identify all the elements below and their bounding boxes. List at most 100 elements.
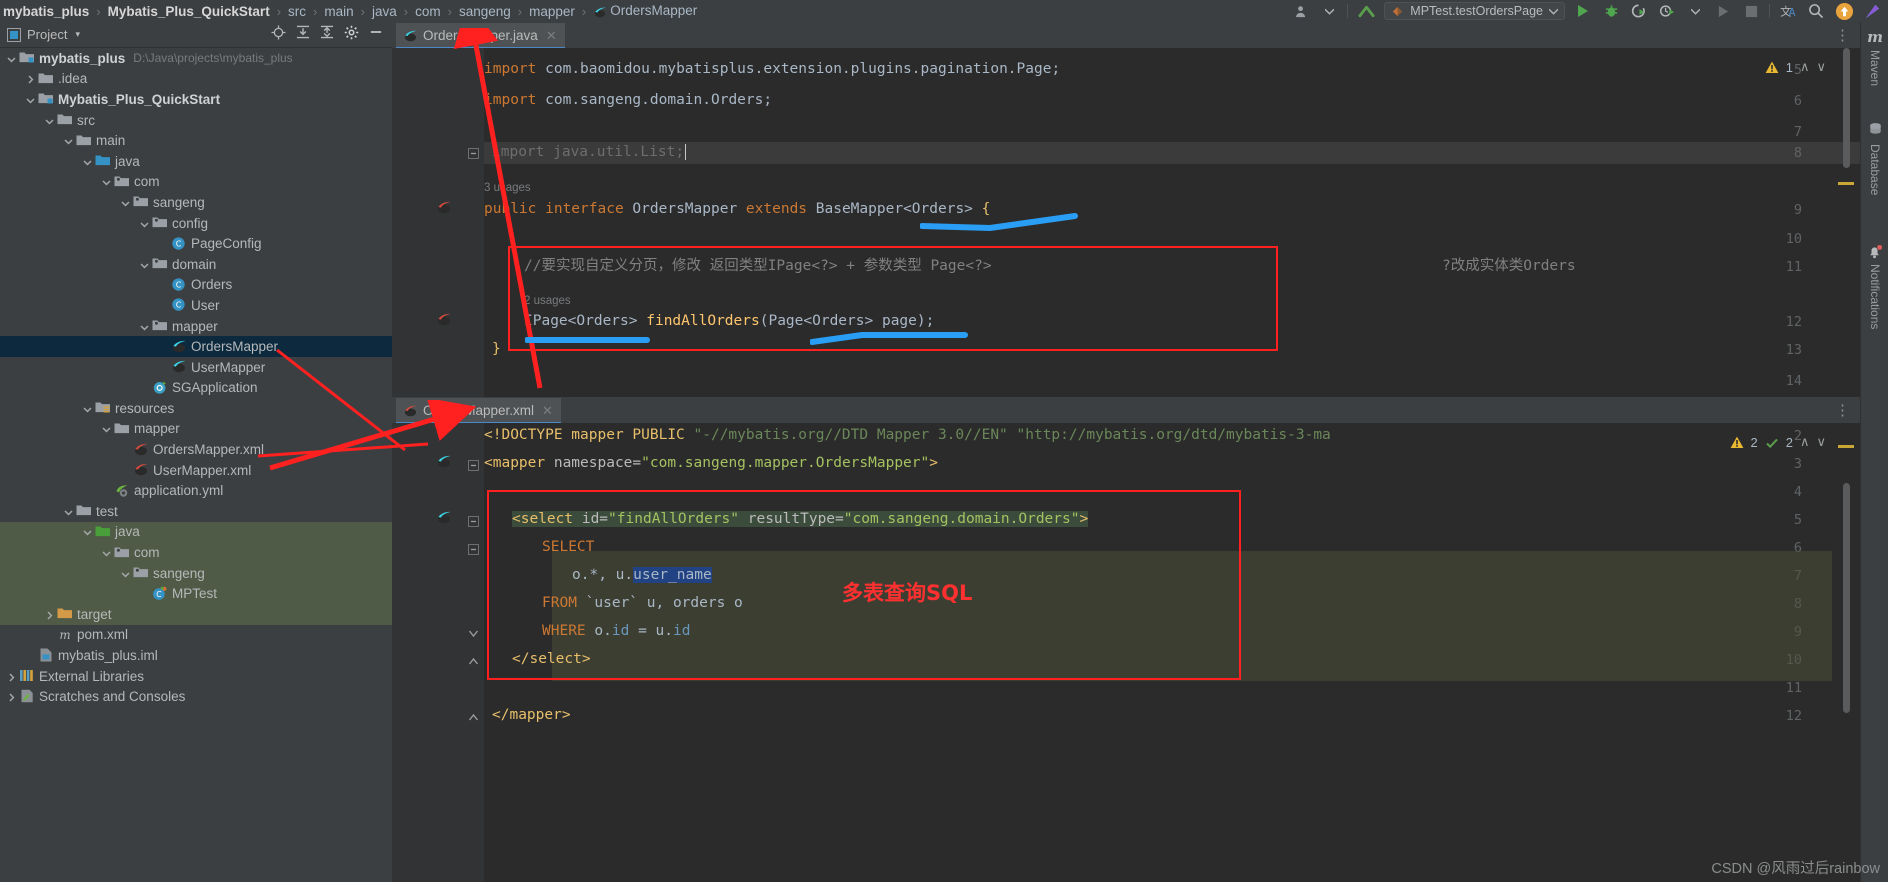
tree-item-ordersmapper[interactable]: OrdersMapper: [0, 336, 392, 357]
mybatis-mapper-gutter-icon[interactable]: [436, 510, 452, 526]
tree-item-main[interactable]: main: [0, 130, 392, 151]
tree-item-mybatis-plus-iml[interactable]: mybatis_plus.iml: [0, 645, 392, 666]
breadcrumb-item-main[interactable]: main: [323, 4, 354, 19]
tree-item-pageconfig[interactable]: C PageConfig: [0, 233, 392, 254]
chevron-up-icon[interactable]: ∧: [1800, 434, 1810, 450]
chevron-up-icon[interactable]: ∧: [1800, 59, 1810, 75]
breadcrumb-item-mybatis-plus-quickstart[interactable]: Mybatis_Plus_QuickStart: [107, 4, 271, 19]
xml-scrollbar-thumb[interactable]: [1843, 483, 1850, 713]
tree-item-src[interactable]: src: [0, 110, 392, 131]
chevron-down-icon[interactable]: [63, 506, 74, 517]
tab-ordersmapper-xml[interactable]: OrdersMapper.xml ✕: [396, 398, 561, 425]
tree-item-target[interactable]: target: [0, 604, 392, 625]
chevron-down-icon[interactable]: [120, 197, 131, 208]
tree-item-config[interactable]: config: [0, 213, 392, 234]
project-tree[interactable]: mybatis_plus D:\Java\projects\mybatis_plu…: [0, 48, 392, 882]
chevron-right-icon[interactable]: [6, 671, 17, 682]
chevron-down-icon[interactable]: [101, 176, 112, 187]
tree-item-sangeng[interactable]: sangeng: [0, 562, 392, 584]
fold-marker-icon[interactable]: [468, 458, 479, 471]
mybatis-mapper-gutter-icon[interactable]: [436, 200, 452, 216]
tree-item-user[interactable]: C User: [0, 295, 392, 316]
run-icon[interactable]: [1573, 2, 1593, 20]
settings-gear-icon[interactable]: [344, 25, 359, 45]
tool-window-notifications[interactable]: Notifications: [1861, 244, 1888, 329]
fold-marker-icon[interactable]: [468, 654, 479, 665]
tree-item-com[interactable]: com: [0, 172, 392, 193]
updates-arrow-icon[interactable]: [1356, 2, 1376, 20]
chevron-down-icon[interactable]: [63, 135, 74, 146]
tree-item-mybatis-plus-quickstart[interactable]: Mybatis_Plus_QuickStart: [0, 89, 392, 110]
close-icon[interactable]: ✕: [542, 403, 553, 419]
update-project-icon[interactable]: [1834, 2, 1854, 20]
tree-item-ordersmapper-xml[interactable]: OrdersMapper.xml: [0, 439, 392, 460]
hide-panel-icon[interactable]: [369, 25, 383, 44]
tree-item-pom-xml[interactable]: m pom.xml: [0, 625, 392, 646]
xml-gutter[interactable]: [392, 423, 484, 882]
chevron-down-icon[interactable]: ∨: [1816, 434, 1826, 450]
ide-assistant-icon[interactable]: [1862, 2, 1882, 20]
chevron-down-icon[interactable]: [44, 115, 55, 126]
chevron-down-icon[interactable]: [25, 94, 36, 105]
tree-item-mapper[interactable]: mapper: [0, 419, 392, 440]
chevron-down-icon[interactable]: [6, 53, 17, 64]
tree-item-resources[interactable]: resources: [0, 398, 392, 419]
java-scrollbar-thumb[interactable]: [1843, 48, 1850, 168]
more-actions-icon[interactable]: ⋮: [1835, 26, 1850, 44]
tree-item-mptest[interactable]: C MPTest: [0, 583, 392, 605]
chevron-right-icon[interactable]: [6, 691, 17, 702]
tab-ordersmapper-java[interactable]: OrdersMapper.java ✕: [396, 23, 565, 50]
fold-marker-icon[interactable]: [468, 710, 479, 721]
chevron-down-icon[interactable]: [101, 423, 112, 434]
chevron-down-icon[interactable]: [120, 568, 131, 579]
tree-item-java[interactable]: java: [0, 521, 392, 543]
chevron-down-icon[interactable]: [101, 547, 112, 558]
tool-window-database[interactable]: Database: [1861, 122, 1888, 195]
tree-item-scratches-and-consoles[interactable]: Scratches and Consoles: [0, 686, 392, 707]
translate-icon[interactable]: 文A: [1778, 2, 1798, 20]
breadcrumb-item-src[interactable]: src: [287, 4, 307, 19]
chevron-down-icon[interactable]: ∨: [1816, 59, 1826, 75]
usages-hint[interactable]: 3 usages: [484, 182, 531, 194]
debug-icon[interactable]: [1601, 2, 1621, 20]
breadcrumb-item-ordersmapper[interactable]: OrdersMapper: [592, 3, 698, 20]
tree-item-java[interactable]: java: [0, 151, 392, 172]
profiler-icon[interactable]: [1657, 2, 1677, 20]
run-coverage-icon[interactable]: [1629, 2, 1649, 20]
chevron-down-icon[interactable]: [82, 403, 93, 414]
tree-item-domain[interactable]: domain: [0, 254, 392, 275]
tree-item-application-yml[interactable]: application.yml: [0, 480, 392, 501]
java-inspection-status[interactable]: 1 ∧ ∨: [1765, 59, 1826, 75]
chevron-down-icon[interactable]: [1319, 2, 1339, 20]
tree-item-sangeng[interactable]: sangeng: [0, 192, 392, 213]
chevron-right-icon[interactable]: [44, 609, 55, 620]
breadcrumb-item-mapper[interactable]: mapper: [528, 4, 576, 19]
mybatis-mapper-gutter-icon[interactable]: [436, 312, 452, 328]
breadcrumb-item-java[interactable]: java: [371, 4, 398, 19]
breadcrumb[interactable]: mybatis_plus › Mybatis_Plus_QuickStart › src…: [0, 0, 698, 22]
user-avatar-icon[interactable]: [1291, 2, 1311, 20]
xml-inspection-status[interactable]: 2 2 ∧ ∨: [1730, 434, 1826, 450]
more-actions-icon[interactable]: ⋮: [1835, 401, 1850, 419]
java-gutter[interactable]: [392, 48, 484, 397]
chevron-down-icon[interactable]: [82, 526, 93, 537]
locate-icon[interactable]: [271, 24, 286, 45]
breadcrumb-item-sangeng[interactable]: sangeng: [458, 4, 512, 19]
chevron-down-icon[interactable]: [139, 321, 150, 332]
fold-marker-icon[interactable]: [468, 542, 479, 555]
run-configuration-selector[interactable]: MPTest.testOrdersPage: [1384, 2, 1565, 20]
chevron-down-icon[interactable]: [1685, 2, 1705, 20]
breadcrumb-item-mybatis-plus[interactable]: mybatis_plus: [2, 4, 90, 19]
fold-marker-icon[interactable]: [468, 514, 479, 527]
tree-item-usermapper-xml[interactable]: UserMapper.xml: [0, 460, 392, 481]
collapse-all-icon[interactable]: [320, 25, 334, 44]
fold-marker-icon[interactable]: [468, 626, 479, 638]
chevron-down-icon[interactable]: [139, 259, 150, 270]
tree-item--idea[interactable]: .idea: [0, 69, 392, 90]
chevron-right-icon[interactable]: [25, 73, 36, 84]
tree-item-com[interactable]: com: [0, 542, 392, 563]
chevron-down-icon[interactable]: ▾: [75, 29, 80, 40]
tree-item-mybatis-plus[interactable]: mybatis_plus D:\Java\projects\mybatis_plu…: [0, 48, 392, 69]
close-icon[interactable]: ✕: [546, 28, 557, 44]
tree-item-usermapper[interactable]: UserMapper: [0, 357, 392, 378]
